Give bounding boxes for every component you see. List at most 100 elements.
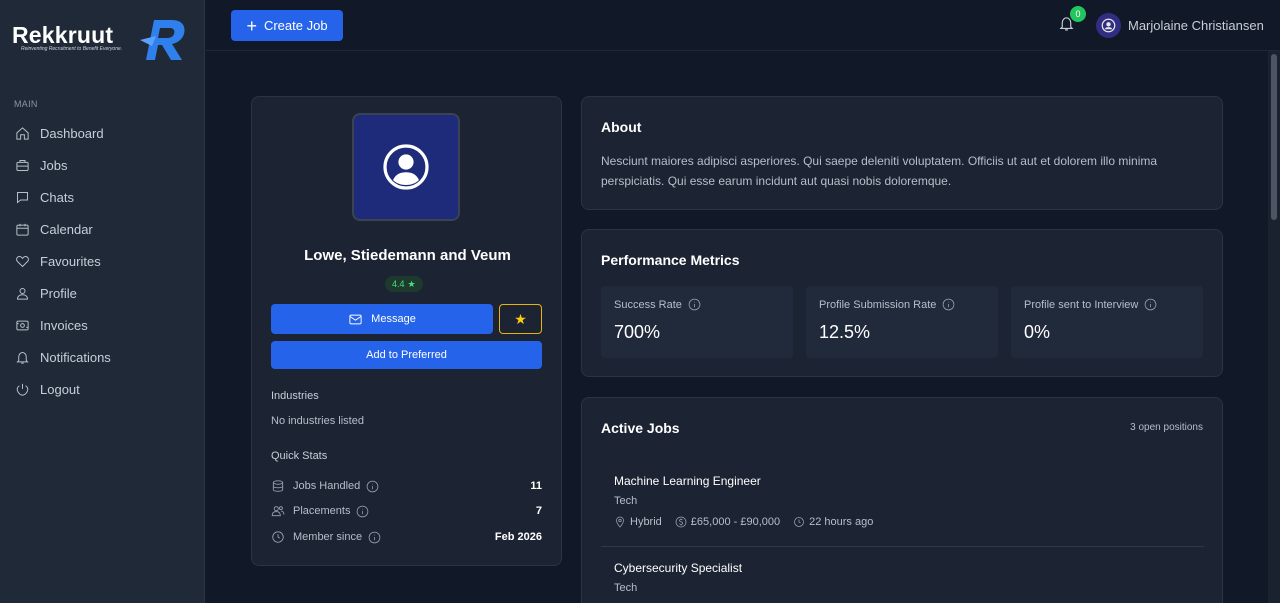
job-posted: 22 hours ago (809, 516, 874, 528)
about-card: About Nesciunt maiores adipisci asperior… (581, 96, 1223, 210)
info-icon[interactable] (366, 480, 379, 493)
sidebar-item-label: Chats (40, 189, 74, 205)
sidebar-item-notifications[interactable]: Notifications (0, 341, 205, 373)
add-to-preferred-button[interactable]: Add to Preferred (271, 341, 542, 369)
company-avatar (352, 113, 460, 221)
currency-icon (675, 516, 687, 528)
favourite-star-button[interactable]: ★ (499, 304, 542, 334)
job-posted-time: 22 hours ago (793, 516, 873, 528)
metric-label: Success Rate (614, 298, 682, 311)
create-job-button[interactable]: + Create Job (231, 10, 343, 41)
metric-label: Profile sent to Interview (1024, 298, 1139, 311)
database-icon (272, 480, 284, 492)
job-location: Hybrid (614, 516, 662, 528)
info-icon[interactable] (688, 298, 701, 311)
info-icon[interactable] (368, 531, 381, 544)
invoice-icon (16, 320, 29, 330)
info-icon[interactable] (1144, 298, 1157, 311)
sidebar-item-label: Calendar (40, 221, 93, 237)
clock-icon (272, 531, 284, 543)
stat-value: Feb 2026 (494, 531, 542, 543)
sidebar-item-calendar[interactable]: Calendar (0, 213, 205, 245)
stat-label: Placements (293, 505, 351, 517)
about-text: Nesciunt maiores adipisci asperiores. Qu… (601, 154, 1158, 188)
industries-value: No industries listed (271, 415, 364, 427)
create-job-label: Create Job (263, 18, 328, 33)
metric-value: 12.5% (819, 322, 871, 342)
stat-label: Member since (293, 531, 363, 543)
metric-label-row: Success Rate (614, 298, 701, 311)
users-icon (271, 506, 285, 517)
info-icon[interactable] (942, 298, 955, 311)
brand-tagline: Reinventing Recruitment to Benefit Every… (21, 46, 123, 52)
active-jobs-title: Active Jobs (601, 420, 680, 436)
active-jobs-card: Active Jobs 3 open positions Machine Lea… (581, 397, 1223, 603)
sidebar-item-label: Jobs (40, 157, 68, 173)
user-circle-icon (383, 144, 429, 190)
metric-profile-sent-to-interview: Profile sent to Interview 0% (1011, 286, 1203, 358)
brand-logo[interactable]: Rekkruut Reinventing Recruitment to Bene… (12, 14, 192, 66)
sidebar-item-favourites[interactable]: Favourites (0, 245, 205, 277)
sidebar-item-label: Profile (40, 285, 77, 301)
job-meta: Hybrid £65,000 - £90,000 22 hours ago (614, 516, 886, 528)
metric-label-row: Profile Submission Rate (819, 298, 955, 311)
metric-success-rate: Success Rate 700% (601, 286, 793, 358)
brand-name: Rekkruut (12, 22, 114, 48)
stat-jobs-handled: Jobs Handled 11 (271, 477, 542, 495)
brand-r-mark-icon (140, 20, 185, 60)
metric-label: Profile Submission Rate (819, 298, 937, 311)
user-circle-icon (1101, 18, 1116, 33)
job-salary-range: £65,000 - £90,000 (675, 516, 780, 528)
logout-icon (16, 383, 29, 396)
company-name: Lowe, Stiedemann and Veum (304, 247, 511, 264)
job-item[interactable]: Cybersecurity Specialist Tech (601, 561, 1204, 603)
metric-value: 700% (614, 322, 661, 342)
sidebar: Rekkruut Reinventing Recruitment to Bene… (0, 0, 205, 603)
message-label: Message (371, 313, 416, 325)
rating-badge: 4.4 ★ (385, 276, 423, 292)
sidebar-item-chats[interactable]: Chats (0, 181, 205, 213)
sidebar-item-label: Favourites (40, 253, 101, 269)
star-icon: ★ (514, 310, 527, 327)
topbar: + Create Job 0 Marjolaine Christiansen (206, 0, 1280, 51)
job-divider (601, 546, 1204, 547)
home-icon (16, 126, 29, 140)
clock-icon (794, 517, 804, 527)
sidebar-item-label: Dashboard (40, 125, 104, 141)
industries-label: Industries (271, 390, 319, 402)
sidebar-item-invoices[interactable]: Invoices (0, 309, 205, 341)
mail-icon (349, 314, 362, 324)
metric-value: 0% (1024, 322, 1051, 342)
scrollbar-thumb[interactable] (1271, 54, 1277, 220)
user-name[interactable]: Marjolaine Christiansen (1128, 18, 1264, 33)
job-category: Tech (614, 582, 638, 594)
plus-icon: + (246, 15, 257, 36)
star-icon: ★ (407, 278, 416, 289)
message-button[interactable]: Message (271, 304, 493, 334)
sidebar-item-label: Notifications (40, 349, 111, 365)
performance-title: Performance Metrics (601, 252, 740, 268)
notification-count-badge: 0 (1070, 6, 1086, 22)
sidebar-item-dashboard[interactable]: Dashboard (0, 117, 205, 149)
user-icon (16, 287, 29, 300)
job-title[interactable]: Cybersecurity Specialist (614, 561, 742, 575)
sidebar-item-jobs[interactable]: Jobs (0, 149, 205, 181)
page-scrollbar[interactable] (1268, 51, 1280, 603)
user-avatar[interactable] (1096, 13, 1121, 38)
briefcase-icon (16, 159, 29, 171)
info-icon[interactable] (356, 505, 369, 518)
metric-profile-submission-rate: Profile Submission Rate 12.5% (806, 286, 998, 358)
stat-member-since: Member since Feb 2026 (271, 528, 542, 546)
sidebar-item-profile[interactable]: Profile (0, 277, 205, 309)
job-mode: Hybrid (630, 516, 662, 528)
sidebar-item-logout[interactable]: Logout (0, 373, 205, 405)
heart-icon (16, 255, 29, 267)
job-item[interactable]: Machine Learning Engineer Tech Hybrid £6… (601, 474, 1204, 534)
open-positions-count: 3 open positions (1130, 422, 1203, 433)
stat-label: Jobs Handled (293, 480, 361, 492)
performance-metrics-card: Performance Metrics Success Rate 700% Pr… (581, 229, 1223, 377)
stat-value: 7 (535, 505, 542, 517)
company-profile-card: Lowe, Stiedemann and Veum 4.4 ★ Message … (251, 96, 562, 566)
job-title[interactable]: Machine Learning Engineer (614, 474, 761, 488)
job-category: Tech (614, 495, 638, 507)
